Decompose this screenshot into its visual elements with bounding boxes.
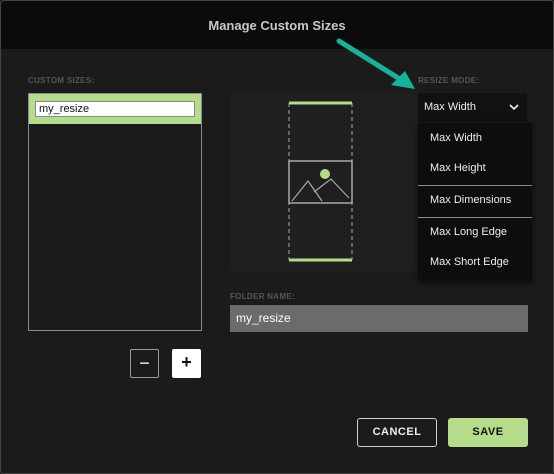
resize-preview (230, 93, 418, 271)
resize-mode-select[interactable]: Max Width (418, 93, 527, 122)
cancel-button[interactable]: CANCEL (357, 418, 437, 447)
save-button[interactable]: SAVE (448, 418, 528, 447)
resize-mode-value: Max Width (424, 101, 476, 113)
arrow-icon (336, 38, 415, 89)
menu-item-max-height[interactable]: Max Height (430, 162, 486, 174)
folder-name-label: FOLDER NAME: (230, 292, 295, 301)
resize-mode-menu: Max Width Max Height Max Dimensions Max … (418, 123, 532, 281)
manage-custom-sizes-dialog: Manage Custom Sizes CUSTOM SIZES: my_res… (0, 0, 554, 474)
list-item[interactable]: my_resize (29, 94, 201, 124)
custom-sizes-label: CUSTOM SIZES: (28, 76, 95, 85)
image-placeholder-icon (288, 160, 353, 204)
menu-divider (418, 217, 532, 218)
dialog-title: Manage Custom Sizes (208, 18, 346, 33)
menu-item-max-width[interactable]: Max Width (430, 132, 482, 144)
resize-mode-label: RESIZE MODE: (418, 76, 480, 85)
preview-illustration (288, 101, 353, 262)
add-size-button[interactable]: + (172, 349, 201, 378)
menu-divider (418, 185, 532, 186)
custom-size-name-input[interactable]: my_resize (35, 101, 195, 117)
title-bar: Manage Custom Sizes (1, 1, 553, 49)
chevron-down-icon (509, 104, 519, 111)
menu-item-max-dimensions[interactable]: Max Dimensions (430, 194, 511, 206)
remove-size-button[interactable]: − (130, 349, 159, 378)
menu-item-max-short-edge[interactable]: Max Short Edge (430, 256, 509, 268)
folder-name-input[interactable]: my_resize (230, 305, 528, 332)
menu-item-max-long-edge[interactable]: Max Long Edge (430, 226, 507, 238)
custom-sizes-list[interactable]: my_resize (28, 93, 202, 331)
